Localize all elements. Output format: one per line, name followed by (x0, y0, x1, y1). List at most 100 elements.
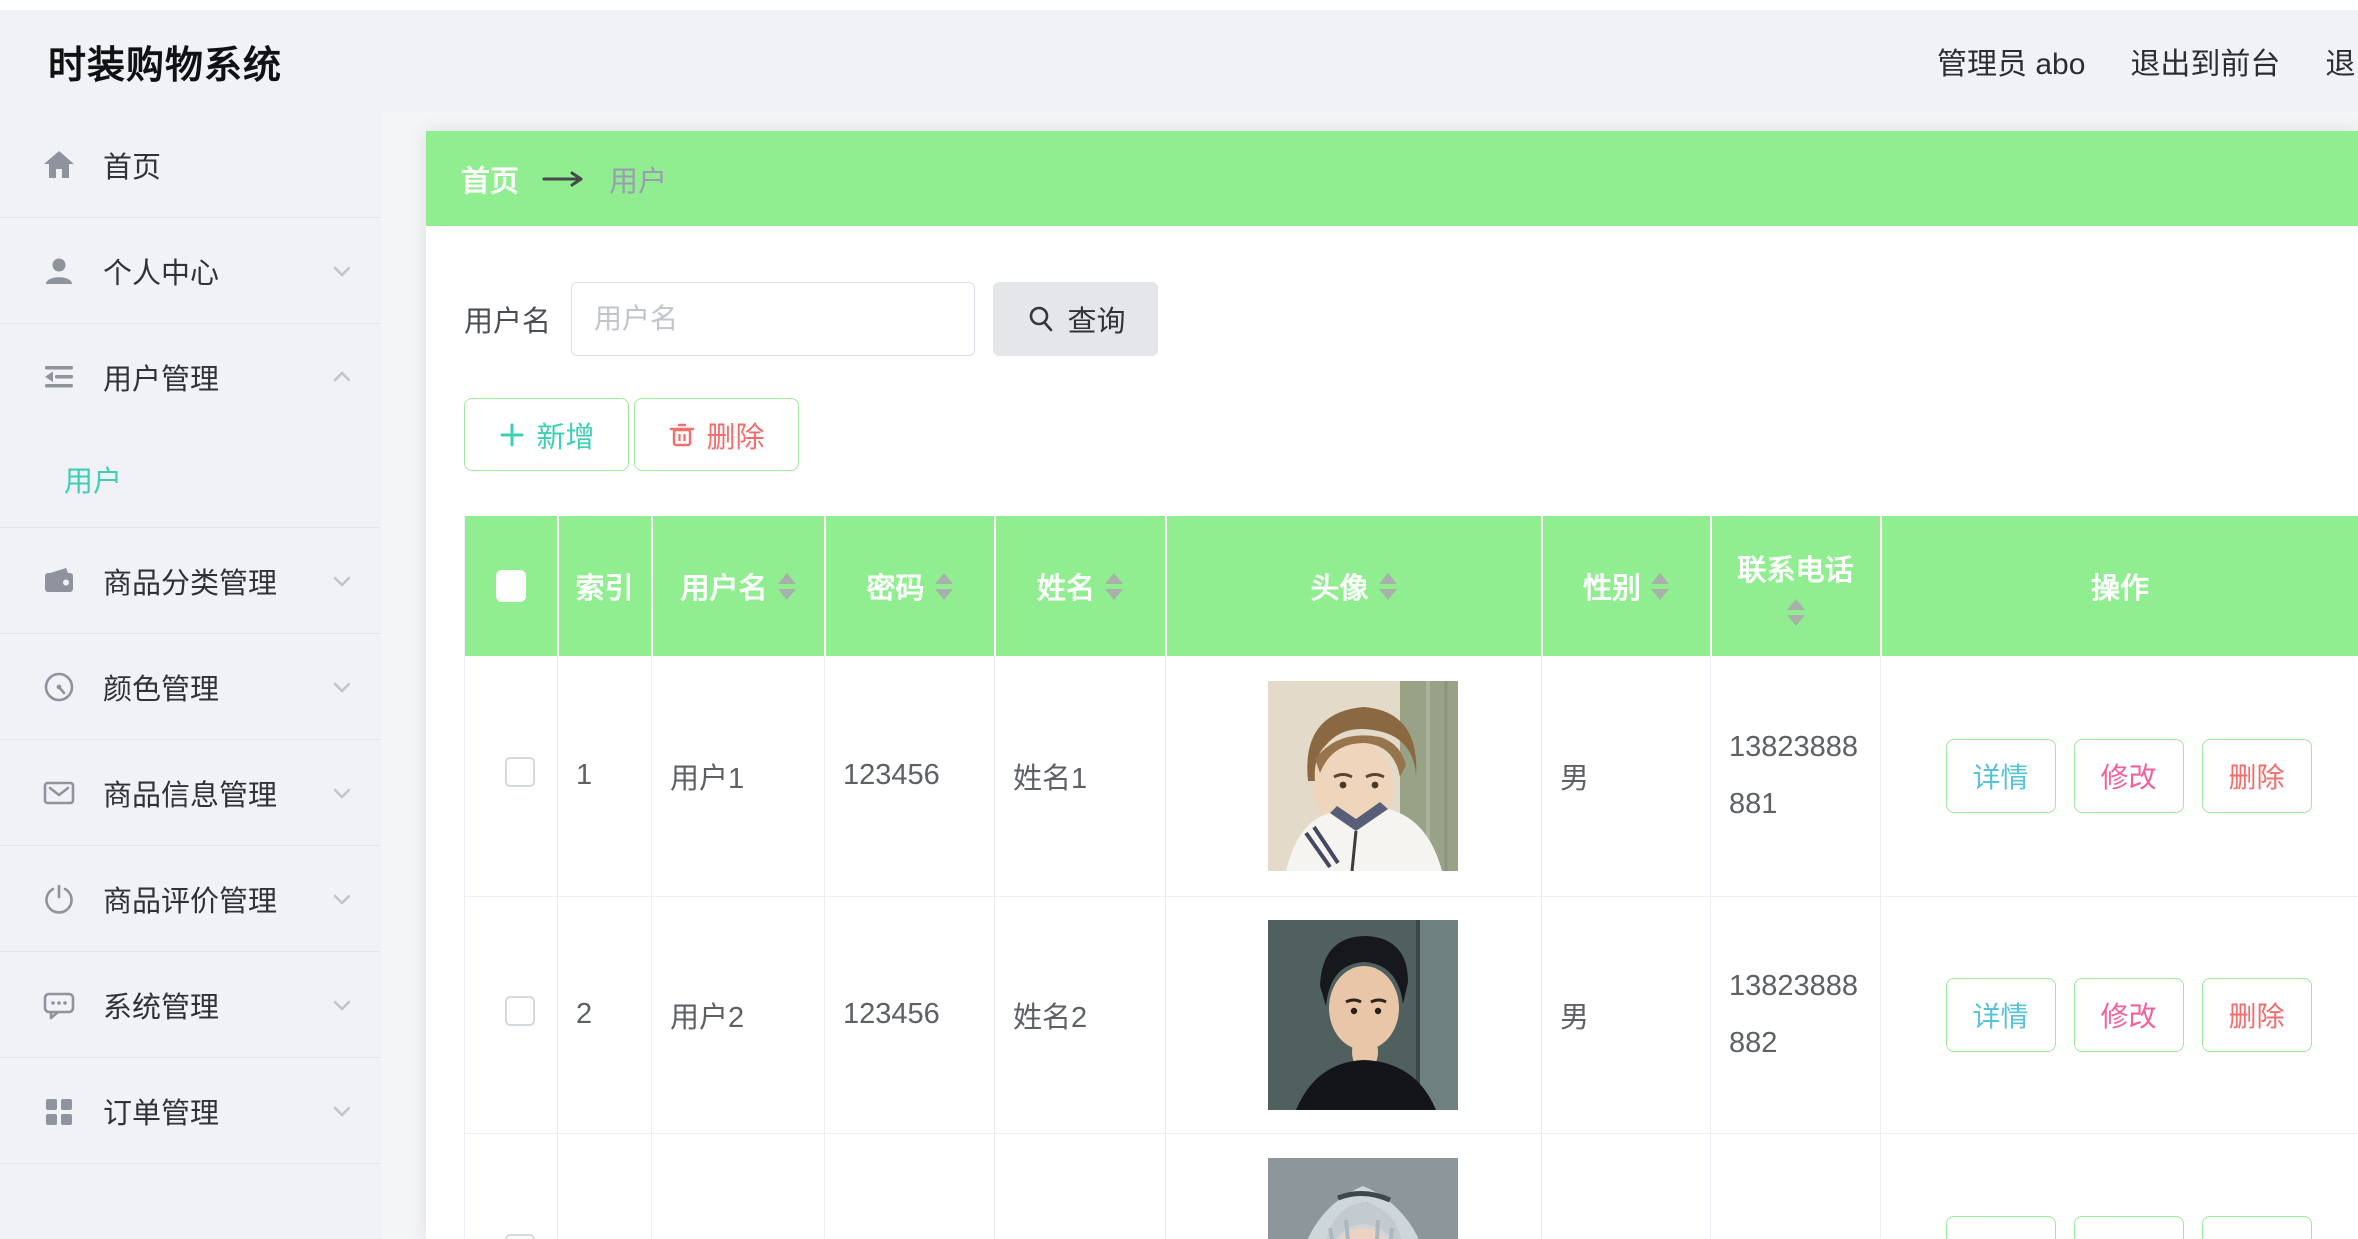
chat-icon (42, 988, 76, 1022)
sidebar-item-label: 订单管理 (103, 1090, 219, 1132)
cell-gender (1542, 1133, 1711, 1239)
row-checkbox[interactable] (505, 757, 535, 787)
sidebar-subitem-user-active[interactable]: 用户 (0, 430, 381, 528)
sort-icon[interactable] (935, 573, 953, 600)
column-header-password[interactable]: 密码 (825, 516, 995, 656)
column-header-actions: 操作 (1881, 516, 2358, 656)
detail-button[interactable] (1946, 1216, 2056, 1239)
column-header-avatar[interactable]: 头像 (1166, 516, 1542, 656)
logout-link[interactable]: 退 (2325, 39, 2355, 83)
add-button[interactable]: 新增 (464, 398, 629, 471)
chevron-down-icon (329, 258, 355, 284)
sidebar-item-user-management[interactable]: 用户管理 (0, 324, 381, 430)
row-delete-button[interactable] (2202, 1216, 2312, 1239)
edit-button[interactable]: 修改 (2074, 739, 2184, 813)
sort-icon[interactable] (1651, 573, 1669, 600)
cell-gender: 男 (1542, 896, 1711, 1133)
chevron-down-icon (329, 992, 355, 1018)
cell-phone: 13823888 881 (1711, 656, 1881, 896)
sort-icon[interactable] (1787, 599, 1805, 626)
users-table: 索引 用户名 密码 姓名 头像 性别 联系电话 操作 1 用户1 123456 … (464, 516, 2358, 1239)
sidebar-item-category-management[interactable]: 商品分类管理 (0, 528, 381, 634)
filter-row: 用户名 查询 (464, 282, 2358, 356)
chevron-up-icon (329, 364, 355, 390)
username-input[interactable] (571, 282, 975, 356)
cell-name (995, 1133, 1166, 1239)
sidebar-item-system-management[interactable]: 系统管理 (0, 952, 381, 1058)
column-header-name[interactable]: 姓名 (995, 516, 1166, 656)
sidebar-item-profile[interactable]: 个人中心 (0, 218, 381, 324)
app-title: 时装购物系统 (48, 10, 282, 112)
cell-password: 123456 (825, 896, 995, 1133)
row-delete-button[interactable]: 删除 (2202, 739, 2312, 813)
query-button-label: 查询 (1068, 298, 1126, 340)
main-content-card: 首页 用户 用户名 查询 新增 删除 (426, 131, 2358, 1239)
sidebar-item-home[interactable]: 首页 (0, 112, 381, 218)
delete-button[interactable]: 删除 (634, 398, 799, 471)
avatar-photo (1268, 681, 1458, 871)
sidebar: 首页 个人中心 用户管理 用户 商品分类管理 颜色管理 商品信息管理 商品评价管… (0, 112, 381, 1239)
sidebar-item-label: 系统管理 (103, 984, 219, 1026)
power-icon (42, 882, 76, 916)
cell-username: 用户1 (652, 656, 825, 896)
cell-phone: 13823888 (1711, 1133, 1881, 1239)
sidebar-item-product-info-management[interactable]: 商品信息管理 (0, 740, 381, 846)
detail-button[interactable]: 详情 (1946, 978, 2056, 1052)
chevron-down-icon (329, 1098, 355, 1124)
row-checkbox[interactable] (505, 1234, 535, 1239)
admin-user-label[interactable]: 管理员 abo (1937, 39, 2085, 83)
header-checkbox-cell (465, 516, 558, 656)
sidebar-item-order-management[interactable]: 订单管理 (0, 1058, 381, 1164)
message-icon (42, 776, 76, 810)
sidebar-item-label: 首页 (103, 144, 161, 186)
sort-icon[interactable] (1379, 573, 1397, 600)
trash-icon (668, 421, 696, 449)
sidebar-item-label: 商品信息管理 (103, 772, 277, 814)
column-header-phone[interactable]: 联系电话 (1711, 516, 1881, 656)
cell-phone: 13823888 882 (1711, 896, 1881, 1133)
cell-index: 1 (558, 656, 652, 896)
wallet-icon (42, 564, 76, 598)
chevron-down-icon (329, 780, 355, 806)
toolbar: 新增 删除 (464, 398, 2358, 471)
sidebar-subitem-label: 用户 (64, 458, 122, 500)
topbar-right: 管理员 abo 退出到前台 退 (1937, 10, 2355, 112)
exit-to-front-link[interactable]: 退出到前台 (2130, 39, 2280, 83)
sidebar-item-review-management[interactable]: 商品评价管理 (0, 846, 381, 952)
column-header-gender[interactable]: 性别 (1542, 516, 1711, 656)
sidebar-item-label: 商品分类管理 (103, 560, 277, 602)
cell-username (652, 1133, 825, 1239)
column-header-index: 索引 (558, 516, 652, 656)
select-all-checkbox[interactable] (496, 570, 526, 602)
chevron-down-icon (329, 674, 355, 700)
username-filter-label: 用户名 (464, 298, 551, 340)
sort-icon[interactable] (778, 573, 796, 600)
arrow-right-icon (541, 169, 587, 189)
sidebar-item-label: 颜色管理 (103, 666, 219, 708)
table-header-row: 索引 用户名 密码 姓名 头像 性别 联系电话 操作 (465, 516, 2358, 656)
detail-button[interactable]: 详情 (1946, 739, 2056, 813)
sort-icon[interactable] (1105, 573, 1123, 600)
cell-name: 姓名2 (995, 896, 1166, 1133)
plus-icon (498, 421, 526, 449)
top-white-strip (0, 0, 2358, 10)
page-content: 用户名 查询 新增 删除 (426, 282, 2358, 1239)
table-row: 2 用户2 123456 姓名2 (465, 896, 2358, 1133)
query-button[interactable]: 查询 (993, 282, 1158, 356)
row-delete-button[interactable]: 删除 (2202, 978, 2312, 1052)
expand-icon (42, 360, 76, 394)
cell-index: 2 (558, 896, 652, 1133)
breadcrumb: 首页 用户 (426, 131, 2358, 226)
column-header-username[interactable]: 用户名 (652, 516, 825, 656)
sidebar-item-label: 用户管理 (103, 356, 219, 398)
breadcrumb-current: 用户 (609, 158, 667, 200)
edit-button[interactable] (2074, 1216, 2184, 1239)
sidebar-item-color-management[interactable]: 颜色管理 (0, 634, 381, 740)
breadcrumb-home[interactable]: 首页 (461, 158, 519, 200)
edit-button[interactable]: 修改 (2074, 978, 2184, 1052)
cell-name: 姓名1 (995, 656, 1166, 896)
user-icon (42, 254, 76, 288)
row-checkbox[interactable] (505, 996, 535, 1026)
avatar-photo (1268, 920, 1458, 1110)
search-icon (1026, 304, 1056, 334)
